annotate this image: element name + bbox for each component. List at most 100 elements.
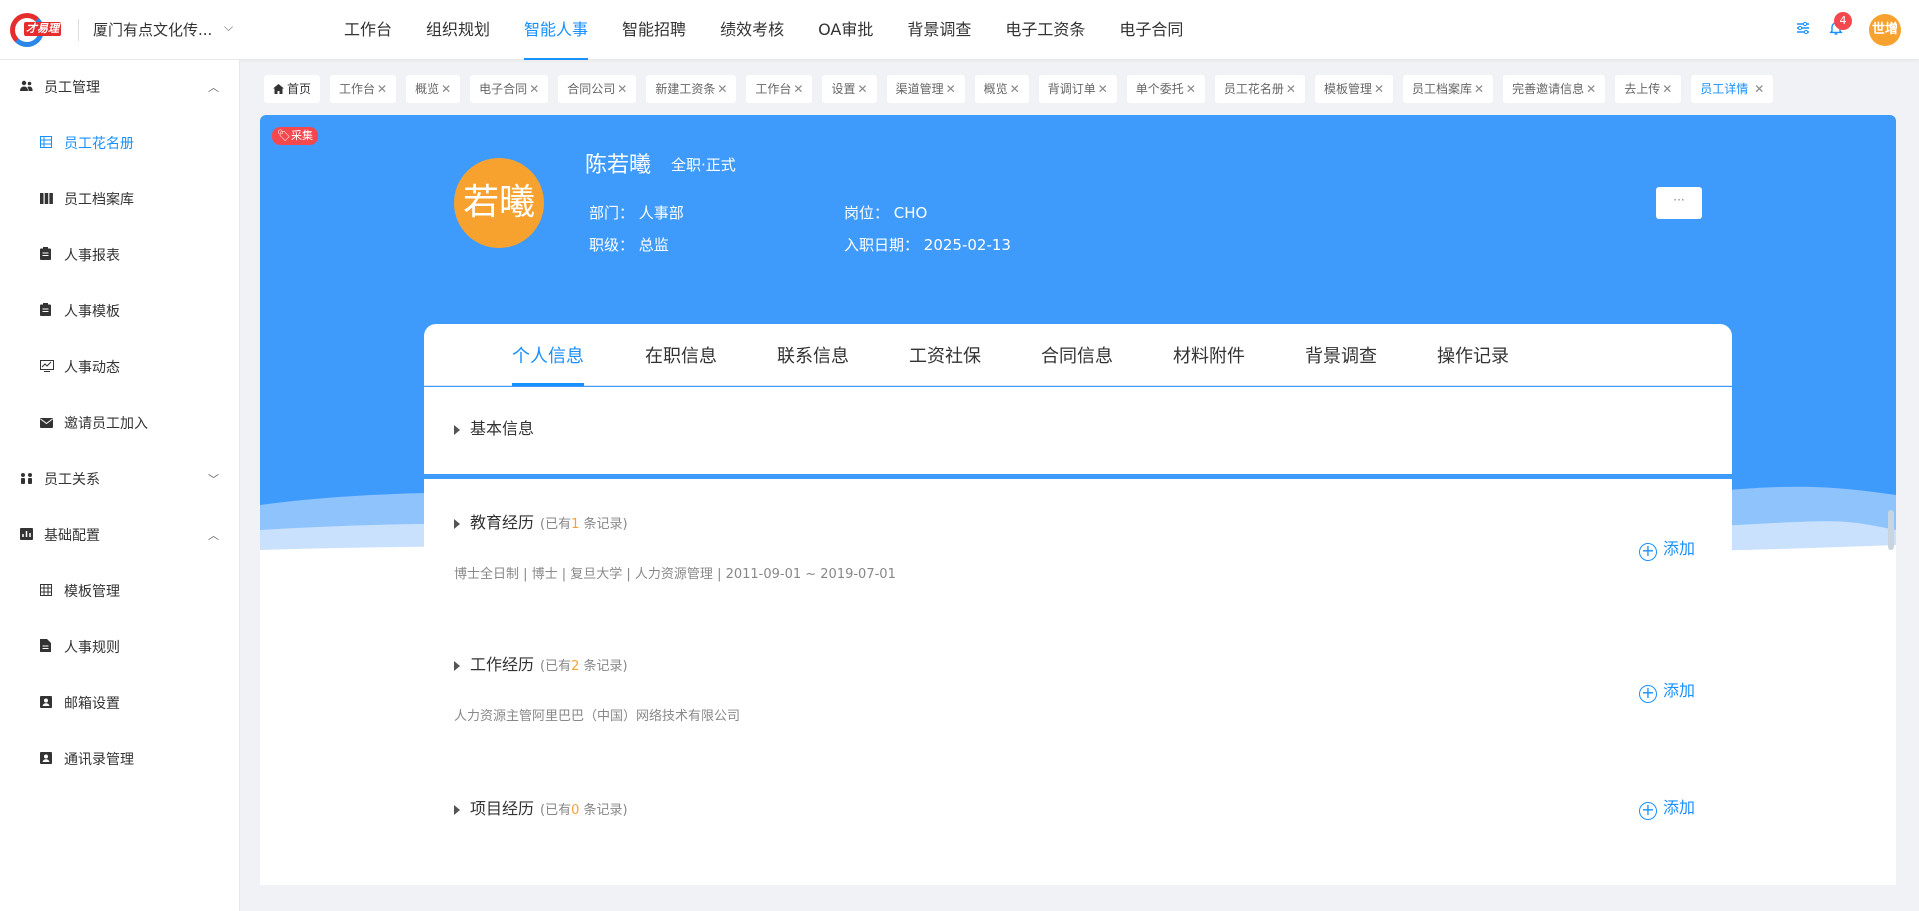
top-header: 才易理 厦门有点文化传... ⌵ 工作台 组织规划 智能人事 智能招聘 绩效考核… bbox=[0, 0, 1919, 60]
sidebar-item-hr-template[interactable]: 人事模板 bbox=[0, 284, 239, 340]
section-header[interactable]: 教育经历 (已有1 条记录) bbox=[454, 509, 628, 533]
sidebar-item-employee-roster[interactable]: 员工花名册 bbox=[0, 116, 239, 172]
tab-attachments[interactable]: 材料附件 bbox=[1173, 342, 1245, 368]
nav-item-performance[interactable]: 绩效考核 bbox=[706, 0, 798, 60]
tab-item[interactable]: 渠道管理 ✕ bbox=[886, 75, 965, 103]
tab-operation-log[interactable]: 操作记录 bbox=[1437, 342, 1509, 368]
close-icon[interactable]: ✕ bbox=[1286, 82, 1296, 96]
tab-contact-info[interactable]: 联系信息 bbox=[777, 342, 849, 368]
sidebar-item-invite-employee[interactable]: 邀请员工加入 bbox=[0, 396, 239, 452]
nav-item-oa-approval[interactable]: OA审批 bbox=[804, 0, 887, 60]
relation-icon bbox=[20, 452, 33, 508]
tab-item[interactable]: 合同公司 ✕ bbox=[558, 75, 637, 103]
section-header[interactable]: 工作经历 (已有2 条记录) bbox=[454, 651, 628, 675]
page-tabs: 首页 工作台 ✕ 概览 ✕ 电子合同 ✕ 合同公司 ✕ 新建工资条 ✕ 工作台 ✕ 设置 ✕ … bbox=[264, 75, 1783, 105]
record-count-prefix: (已有 bbox=[540, 517, 572, 532]
tab-item[interactable]: 背调订单 ✕ bbox=[1038, 75, 1117, 103]
tab-label: 渠道管理 bbox=[895, 82, 944, 96]
sidebar-item-label: 模板管理 bbox=[64, 584, 120, 600]
close-icon[interactable]: ✕ bbox=[946, 82, 956, 96]
sidebar-group-employee-management[interactable]: 员工管理 ︿ bbox=[0, 60, 239, 116]
close-icon[interactable]: ✕ bbox=[1754, 82, 1764, 96]
tab-item[interactable]: 新建工资条 ✕ bbox=[646, 75, 737, 103]
sidebar-group-employee-relations[interactable]: 员工关系 ﹀ bbox=[0, 452, 239, 508]
tab-item[interactable]: 概览 ✕ bbox=[406, 75, 461, 103]
close-icon[interactable]: ✕ bbox=[1474, 82, 1484, 96]
chevron-down-icon[interactable]: ⌵ bbox=[224, 20, 233, 35]
join-date-label: 入职日期： bbox=[844, 236, 920, 254]
close-icon[interactable]: ✕ bbox=[377, 82, 387, 96]
section-work-experience: 工作经历 (已有2 条记录) 人力资源主管阿里巴巴（中国）网络技术有限公司 + 添加 bbox=[424, 621, 1732, 754]
tab-item[interactable]: 工作台 ✕ bbox=[330, 75, 397, 103]
sidebar-item-label: 人事规则 bbox=[64, 640, 120, 656]
tab-label: 员工档案库 bbox=[1412, 82, 1473, 96]
plus-circle-icon: + bbox=[1639, 802, 1657, 820]
tab-label: 背调订单 bbox=[1047, 82, 1096, 96]
tab-item[interactable]: 电子合同 ✕ bbox=[470, 75, 549, 103]
close-icon[interactable]: ✕ bbox=[1098, 82, 1108, 96]
tab-label: 工作台 bbox=[755, 82, 792, 96]
nav-item-background-check[interactable]: 背景调查 bbox=[893, 0, 985, 60]
tab-background-check[interactable]: 背景调查 bbox=[1305, 342, 1377, 368]
tab-home[interactable]: 首页 bbox=[264, 75, 321, 103]
tab-item[interactable]: 去上传 ✕ bbox=[1615, 75, 1682, 103]
tab-item[interactable]: 完善邀请信息 ✕ bbox=[1503, 75, 1606, 103]
sidebar-item-hr-rules[interactable]: 人事规则 bbox=[0, 620, 239, 676]
tab-item[interactable]: 概览 ✕ bbox=[974, 75, 1029, 103]
tab-employment-info[interactable]: 在职信息 bbox=[645, 342, 717, 368]
add-work-button[interactable]: + 添加 bbox=[1639, 677, 1695, 703]
tab-salary-insurance[interactable]: 工资社保 bbox=[909, 342, 981, 368]
sidebar-group-basic-config[interactable]: 基础配置 ︿ bbox=[0, 508, 239, 564]
doc-icon bbox=[40, 620, 51, 676]
sidebar-item-hr-report[interactable]: 人事报表 bbox=[0, 228, 239, 284]
collect-tag[interactable]: 🏷采集 bbox=[272, 127, 318, 145]
close-icon[interactable]: ✕ bbox=[793, 82, 803, 96]
close-icon[interactable]: ✕ bbox=[717, 82, 727, 96]
section-next bbox=[424, 854, 1732, 885]
close-icon[interactable]: ✕ bbox=[1010, 82, 1020, 96]
tab-item[interactable]: 工作台 ✕ bbox=[746, 75, 813, 103]
close-icon[interactable]: ✕ bbox=[858, 82, 868, 96]
tab-item[interactable]: 员工花名册 ✕ bbox=[1214, 75, 1305, 103]
sliders-icon[interactable] bbox=[1793, 20, 1813, 40]
logo[interactable]: 才易理 bbox=[10, 13, 62, 47]
tab-personal-info[interactable]: 个人信息 bbox=[512, 342, 584, 368]
nav-item-smart-hr[interactable]: 智能人事 bbox=[510, 0, 602, 60]
add-education-button[interactable]: + 添加 bbox=[1639, 535, 1695, 561]
section-header[interactable]: 项目经历 (已有0 条记录) bbox=[454, 795, 628, 819]
nav-item-workbench[interactable]: 工作台 bbox=[330, 0, 406, 60]
tab-contract-info[interactable]: 合同信息 bbox=[1041, 342, 1113, 368]
nav-item-recruiting[interactable]: 智能招聘 bbox=[608, 0, 700, 60]
detail-content: 个人信息 在职信息 联系信息 工资社保 合同信息 材料附件 背景调查 操作记录 … bbox=[424, 324, 1732, 885]
company-name[interactable]: 厦门有点文化传... bbox=[93, 19, 212, 40]
close-icon[interactable]: ✕ bbox=[529, 82, 539, 96]
close-icon[interactable]: ✕ bbox=[1586, 82, 1596, 96]
contact-icon bbox=[40, 676, 52, 732]
close-icon[interactable]: ✕ bbox=[1374, 82, 1384, 96]
sidebar-item-employee-archive[interactable]: 员工档案库 bbox=[0, 172, 239, 228]
tab-item[interactable]: 设置 ✕ bbox=[822, 75, 877, 103]
position-value: CHO bbox=[893, 204, 928, 222]
tab-item[interactable]: 单个委托 ✕ bbox=[1126, 75, 1205, 103]
scrollbar-thumb[interactable] bbox=[1888, 510, 1894, 550]
close-icon[interactable]: ✕ bbox=[441, 82, 451, 96]
close-icon[interactable]: ✕ bbox=[1662, 82, 1672, 96]
caret-right-icon bbox=[454, 660, 460, 671]
sidebar-item-template-management[interactable]: 模板管理 bbox=[0, 564, 239, 620]
nav-item-org-planning[interactable]: 组织规划 bbox=[412, 0, 504, 60]
tab-item[interactable]: 员工档案库 ✕ bbox=[1403, 75, 1494, 103]
user-avatar[interactable]: 世增 bbox=[1869, 14, 1901, 46]
sidebar-item-hr-activity[interactable]: 人事动态 bbox=[0, 340, 239, 396]
tab-item[interactable]: 模板管理 ✕ bbox=[1314, 75, 1394, 103]
add-project-button[interactable]: + 添加 bbox=[1639, 794, 1695, 820]
section-header[interactable]: 基本信息 bbox=[454, 415, 534, 439]
sidebar-item-mail-settings[interactable]: 邮箱设置 bbox=[0, 676, 239, 732]
tab-label: 完善邀请信息 bbox=[1512, 82, 1585, 96]
close-icon[interactable]: ✕ bbox=[617, 82, 627, 96]
sidebar-item-contacts-management[interactable]: 通讯录管理 bbox=[0, 732, 239, 788]
close-icon[interactable]: ✕ bbox=[1186, 82, 1196, 96]
tab-item-active[interactable]: 员工详情 ✕ bbox=[1691, 75, 1774, 103]
more-button[interactable]: ··· bbox=[1656, 187, 1702, 219]
nav-item-e-contract[interactable]: 电子合同 bbox=[1105, 0, 1197, 60]
nav-item-e-payslip[interactable]: 电子工资条 bbox=[991, 0, 1099, 60]
